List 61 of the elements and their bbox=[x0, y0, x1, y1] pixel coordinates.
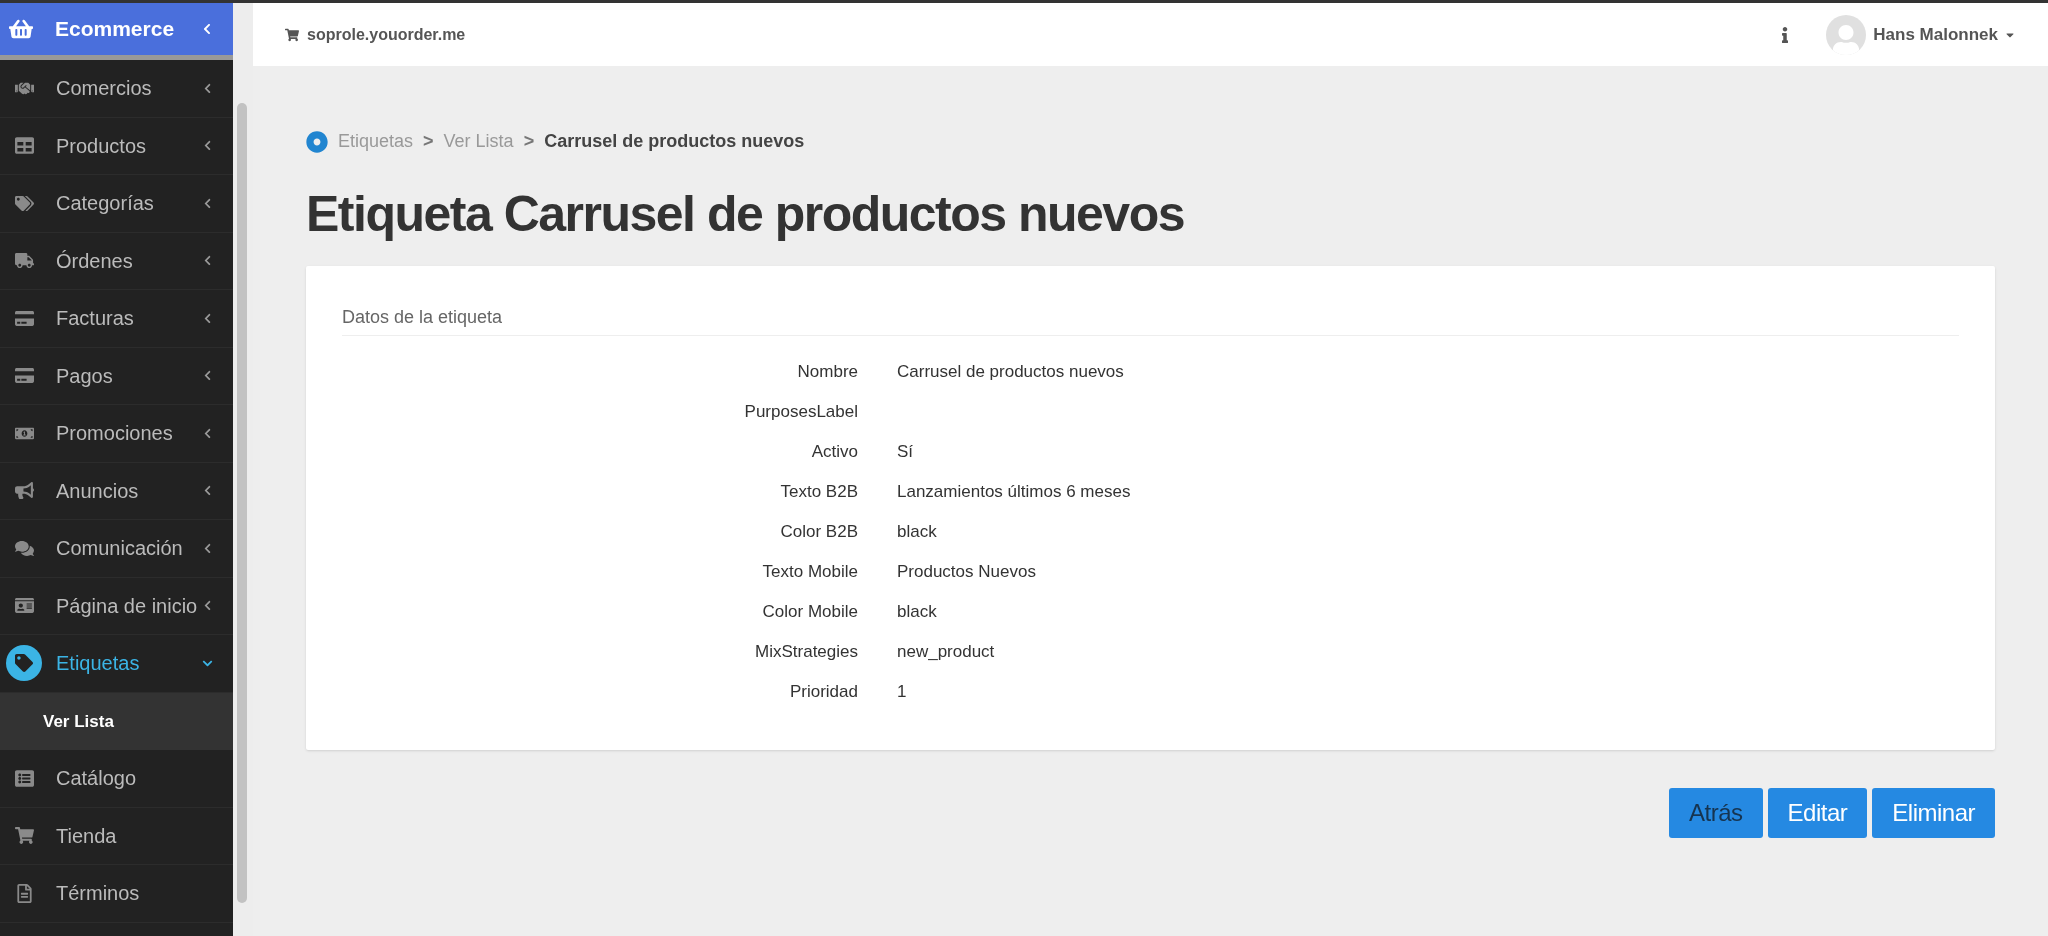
field-label: PurposesLabel bbox=[743, 400, 858, 423]
sidebar-item-label: Órdenes bbox=[56, 248, 134, 274]
sidebar-item-label: Comunicación bbox=[56, 536, 184, 562]
info-icon[interactable] bbox=[1780, 26, 1791, 43]
sidebar-item-label: Comercios bbox=[56, 76, 153, 102]
field-label: Texto Mobile bbox=[761, 560, 858, 583]
brand-bar[interactable]: Ecommerce bbox=[0, 3, 233, 55]
sidebar-item-label: Página de inicio bbox=[56, 593, 199, 619]
sidebar-item-label: Facturas bbox=[56, 306, 135, 332]
sidebar-item[interactable]: Etiquetas bbox=[0, 635, 233, 693]
action-button[interactable]: Editar bbox=[1767, 787, 1868, 838]
field-value: 1 bbox=[897, 680, 907, 703]
sidebar-item-label: Pagos bbox=[56, 363, 114, 389]
scrollbar-thumb[interactable] bbox=[237, 103, 247, 903]
tags-icon bbox=[14, 193, 34, 213]
action-button[interactable]: Eliminar bbox=[1872, 787, 1995, 838]
field-value: black bbox=[897, 600, 937, 623]
card-icon bbox=[14, 308, 34, 328]
field-value: Sí bbox=[897, 440, 914, 463]
sidebar-item-label: Tienda bbox=[56, 823, 118, 849]
site-link[interactable]: soprole.youorder.me bbox=[307, 22, 1781, 47]
target-icon bbox=[306, 130, 328, 153]
field-label: Activo bbox=[810, 440, 858, 463]
chat-icon bbox=[14, 538, 34, 558]
sidebar-item-label: Términos bbox=[56, 881, 141, 907]
truck-icon bbox=[14, 251, 34, 271]
back-button[interactable]: Atrás bbox=[1669, 787, 1763, 838]
sidebar-item-label: Categorías bbox=[56, 191, 155, 217]
sidebar-subitem[interactable]: Ver Lista bbox=[0, 692, 233, 750]
field-label: Prioridad bbox=[788, 680, 858, 703]
field-label: Color Mobile bbox=[761, 600, 858, 623]
user-name[interactable]: Hans Malonnek bbox=[1873, 21, 1998, 48]
field-value: Productos Nuevos bbox=[897, 560, 1036, 583]
brand-label: Ecommerce bbox=[55, 16, 176, 43]
field-label: Color B2B bbox=[779, 520, 858, 543]
sidebar-item-label: Etiquetas bbox=[56, 651, 141, 677]
breadcrumb-separator: > bbox=[423, 130, 434, 153]
document-icon bbox=[14, 883, 34, 903]
cart-icon bbox=[285, 27, 299, 42]
tag-icon bbox=[6, 645, 42, 682]
list-icon bbox=[14, 768, 34, 788]
grid-icon bbox=[14, 136, 34, 156]
card-icon bbox=[14, 366, 34, 386]
page-title: Etiqueta Carrusel de productos nuevos bbox=[306, 185, 1186, 244]
field-value: Carrusel de productos nuevos bbox=[897, 360, 1124, 383]
sidebar-item-label: Productos bbox=[56, 133, 148, 159]
field-label: Texto B2B bbox=[779, 480, 858, 503]
field-value: Lanzamientos últimos 6 meses bbox=[897, 480, 1131, 503]
field-value: black bbox=[897, 520, 937, 543]
sidebar-item-label: Anuncios bbox=[56, 478, 140, 504]
basket-icon bbox=[9, 17, 33, 41]
megaphone-icon bbox=[14, 481, 34, 501]
sidebar-item-label: Catálogo bbox=[56, 766, 138, 792]
cart-icon bbox=[14, 826, 34, 846]
id-card-icon bbox=[14, 596, 34, 616]
field-value: new_product bbox=[897, 640, 995, 663]
field-label: MixStrategies bbox=[754, 640, 858, 663]
breadcrumb-separator: > bbox=[523, 130, 535, 153]
field-label: Nombre bbox=[796, 360, 858, 383]
sidebar-item-label: Promociones bbox=[56, 421, 174, 447]
card-title: Datos de la etiqueta bbox=[342, 303, 1959, 336]
